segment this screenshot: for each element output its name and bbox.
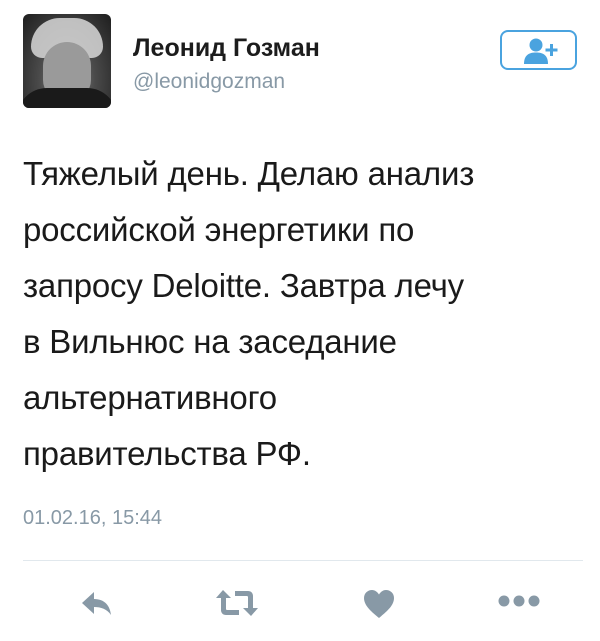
- tweet-line: в Вильнюс на заседание: [23, 323, 397, 360]
- more-icon: [498, 595, 540, 607]
- heart-icon: [364, 590, 394, 618]
- add-user-icon: [524, 38, 558, 64]
- avatar-shoulders: [23, 88, 111, 108]
- tweet-actions: [0, 580, 600, 630]
- reply-icon: [82, 592, 111, 615]
- more-button[interactable]: [497, 594, 541, 613]
- avatar[interactable]: [23, 14, 111, 108]
- follow-button[interactable]: [500, 30, 577, 70]
- author-handle[interactable]: @leonidgozman: [133, 70, 285, 94]
- tweet-timestamp[interactable]: 01.02.16, 15:44: [23, 507, 162, 530]
- tweet-header: Леонид Гозман @leonidgozman: [23, 14, 583, 110]
- author-name[interactable]: Леонид Гозман: [133, 34, 320, 63]
- tweet-line: Тяжелый день. Делаю анализ: [23, 155, 475, 192]
- retweet-button[interactable]: [215, 588, 259, 623]
- retweet-icon: [216, 590, 258, 616]
- reply-button[interactable]: [80, 588, 114, 623]
- like-button[interactable]: [362, 588, 396, 625]
- divider: [23, 560, 583, 561]
- tweet-line: запросу Deloitte. Завтра лечу: [23, 267, 464, 304]
- tweet-line: российской энергетики по: [23, 211, 415, 248]
- tweet-line: правительства РФ.: [23, 435, 311, 472]
- tweet-text: Тяжелый день. Делаю анализ российской эн…: [23, 146, 588, 482]
- tweet-line: альтернативного: [23, 379, 277, 416]
